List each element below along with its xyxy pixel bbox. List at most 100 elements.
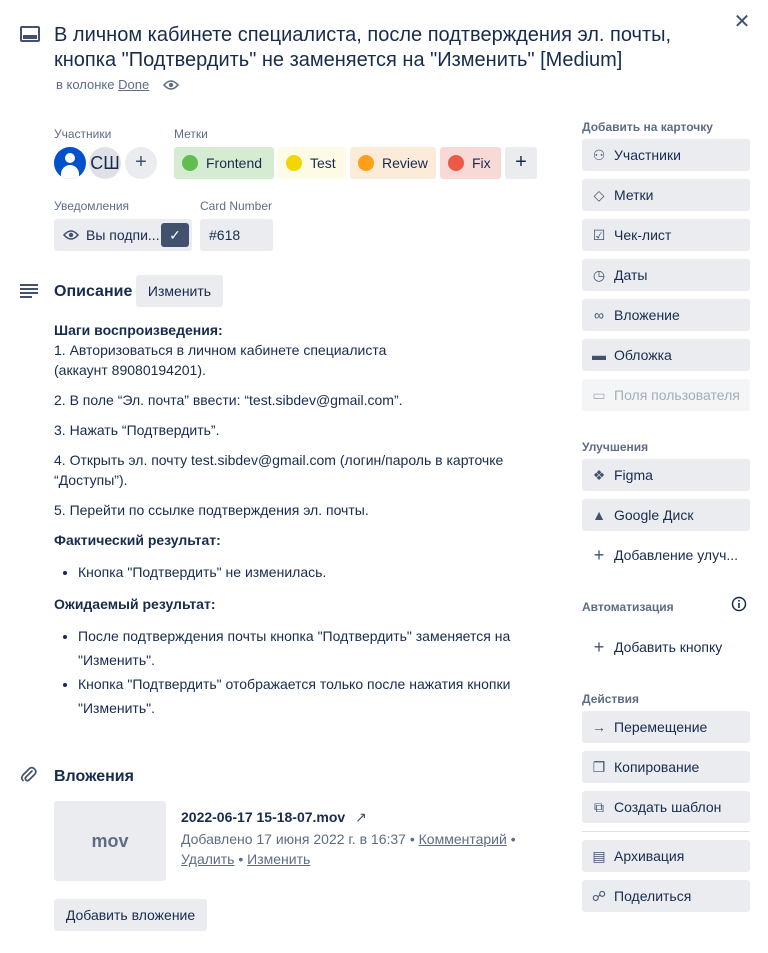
actions-heading: Действия [582, 692, 640, 706]
watch-button[interactable]: Вы подпи... ✓ [54, 219, 192, 251]
add-powerup-button[interactable]: + Добавление улуч... [582, 539, 750, 571]
custom-fields-icon: ▭ [592, 387, 606, 403]
avatar-initials[interactable]: СШ [89, 147, 121, 179]
expected-item: Кнопка "Подтвердить" отображается только… [78, 672, 544, 720]
sidebar-label: Поделиться [614, 888, 692, 904]
expected-item: После подтверждения почты кнопка "Подтве… [78, 624, 544, 672]
comment-link[interactable]: Комментарий [419, 831, 507, 847]
sidebar-members-button[interactable]: ⚇ Участники [582, 139, 750, 171]
sidebar-labels-button[interactable]: ◇ Метки [582, 179, 750, 211]
labels-label: Метки [174, 127, 208, 141]
steps-title: Шаги воспроизведения: [54, 322, 223, 338]
attachments-heading: Вложения [54, 768, 134, 785]
add-to-card-heading: Добавить на карточку [582, 120, 713, 134]
paperclip-icon: ∞ [594, 307, 604, 323]
actual-list: Кнопка "Подтвердить" не изменилась. [78, 560, 544, 584]
edit-description-button[interactable]: Изменить [136, 275, 223, 307]
label-dot [286, 155, 302, 171]
actions-divider [582, 831, 750, 832]
sidebar-cover-button[interactable]: ▬ Обложка [582, 339, 750, 371]
external-link-icon[interactable]: ↗ [355, 809, 367, 825]
info-icon[interactable] [731, 596, 747, 612]
figma-button[interactable]: ❖ Figma [582, 459, 750, 491]
attachment-meta: Добавлено 17 июня 2022 г. в 16:37 • Комм… [181, 831, 516, 867]
column-info: в колонке Done [56, 77, 179, 92]
sidebar-label: Даты [614, 267, 648, 283]
expected-title: Ожидаемый результат: [54, 596, 216, 612]
add-label-button[interactable]: + [505, 147, 537, 179]
plus-icon: + [593, 637, 605, 657]
in-column-prefix: в колонке [56, 77, 115, 92]
share-button[interactable]: ☍ Поделиться [582, 880, 750, 912]
sidebar-dates-button[interactable]: ◷ Даты [582, 259, 750, 291]
sidebar-attachment-button[interactable]: ∞ Вложение [582, 299, 750, 331]
powerups-heading: Улучшения [582, 440, 649, 454]
paperclip-icon [20, 766, 38, 784]
delete-link[interactable]: Удалить [181, 851, 234, 867]
add-attachment-button[interactable]: Добавить вложение [54, 899, 207, 931]
expected-list: После подтверждения почты кнопка "Подтве… [78, 624, 544, 720]
label-frontend[interactable]: Frontend [174, 147, 274, 179]
attachment-filename[interactable]: 2022-06-17 15-18-07.mov [181, 809, 345, 825]
card-number-field[interactable]: #618 [200, 219, 273, 251]
description-icon [20, 284, 40, 298]
avatar[interactable] [54, 147, 86, 179]
label-dot [358, 155, 374, 171]
person-icon: ⚇ [592, 147, 606, 163]
close-icon[interactable]: ✕ [732, 12, 752, 32]
label-fix[interactable]: Fix [440, 147, 501, 179]
plus-icon: + [593, 545, 605, 565]
figma-icon: ❖ [592, 467, 606, 483]
google-drive-button[interactable]: ▲ Google Диск [582, 499, 750, 531]
sidebar-label: Обложка [614, 347, 672, 363]
make-template-button[interactable]: ⧉ Создать шаблон [582, 791, 750, 823]
sidebar-label: Вложение [614, 307, 680, 323]
sidebar-label: Перемещение [614, 719, 708, 735]
step-1: 1. Авторизоваться в личном кабинете спец… [54, 342, 387, 358]
add-button-button[interactable]: + Добавить кнопку [582, 631, 750, 663]
sidebar-label: Figma [614, 467, 653, 483]
attachment-added: Добавлено 17 июня 2022 г. в 16:37 [181, 831, 406, 847]
eye-icon [63, 229, 79, 241]
sidebar-label: Добавление улуч... [614, 547, 739, 563]
sidebar-label: Копирование [614, 759, 700, 775]
checklist-icon: ☑ [592, 227, 606, 243]
copy-icon: ❐ [592, 759, 606, 775]
watch-status: Вы подпи... [86, 227, 160, 243]
sidebar-label: Метки [614, 187, 654, 203]
add-member-button[interactable]: + [125, 147, 157, 179]
sidebar-label: Архивация [614, 848, 685, 864]
description-body[interactable]: Шаги воспроизведения: 1. Авторизоваться … [54, 320, 544, 730]
label-dot [182, 155, 198, 171]
sidebar-label: Создать шаблон [614, 799, 722, 815]
attachment-name[interactable]: 2022-06-17 15-18-07.mov ↗ [181, 809, 367, 826]
card-title[interactable]: В личном кабинете специалиста, после под… [54, 23, 704, 73]
label-test[interactable]: Test [278, 147, 346, 179]
column-link[interactable]: Done [118, 77, 149, 92]
check-icon: ✓ [161, 223, 189, 247]
attachment-thumbnail[interactable]: mov [54, 801, 166, 881]
label-review[interactable]: Review [350, 147, 436, 179]
cover-icon: ▬ [592, 347, 606, 363]
step-2: 2. В поле “Эл. почта” ввести: “test.sibd… [54, 392, 403, 408]
label-dot [448, 155, 464, 171]
google-drive-icon: ▲ [592, 507, 606, 523]
step-4: 4. Открыть эл. почту test.sibdev@gmail.c… [54, 452, 504, 488]
sidebar-label: Чек-лист [614, 227, 672, 243]
label-name: Review [382, 155, 428, 171]
archive-button[interactable]: ▤ Архивация [582, 840, 750, 872]
sidebar-label: Google Диск [614, 507, 694, 523]
sidebar-checklist-button[interactable]: ☑ Чек-лист [582, 219, 750, 251]
edit-attachment-link[interactable]: Изменить [247, 851, 310, 867]
template-icon: ⧉ [594, 799, 604, 815]
arrow-right-icon: → [592, 719, 606, 735]
sidebar-custom-fields-button[interactable]: ▭ Поля пользователя [582, 379, 750, 411]
sidebar-label: Участники [614, 147, 681, 163]
notifications-label: Уведомления [54, 199, 130, 213]
move-button[interactable]: → Перемещение [582, 711, 750, 743]
copy-button[interactable]: ❐ Копирование [582, 751, 750, 783]
automation-heading: Автоматизация [582, 600, 674, 614]
step-5: 5. Перейти по ссылке подтверждения эл. п… [54, 502, 369, 518]
members-label: Участники [54, 127, 112, 141]
description-heading: Описание [54, 283, 133, 300]
